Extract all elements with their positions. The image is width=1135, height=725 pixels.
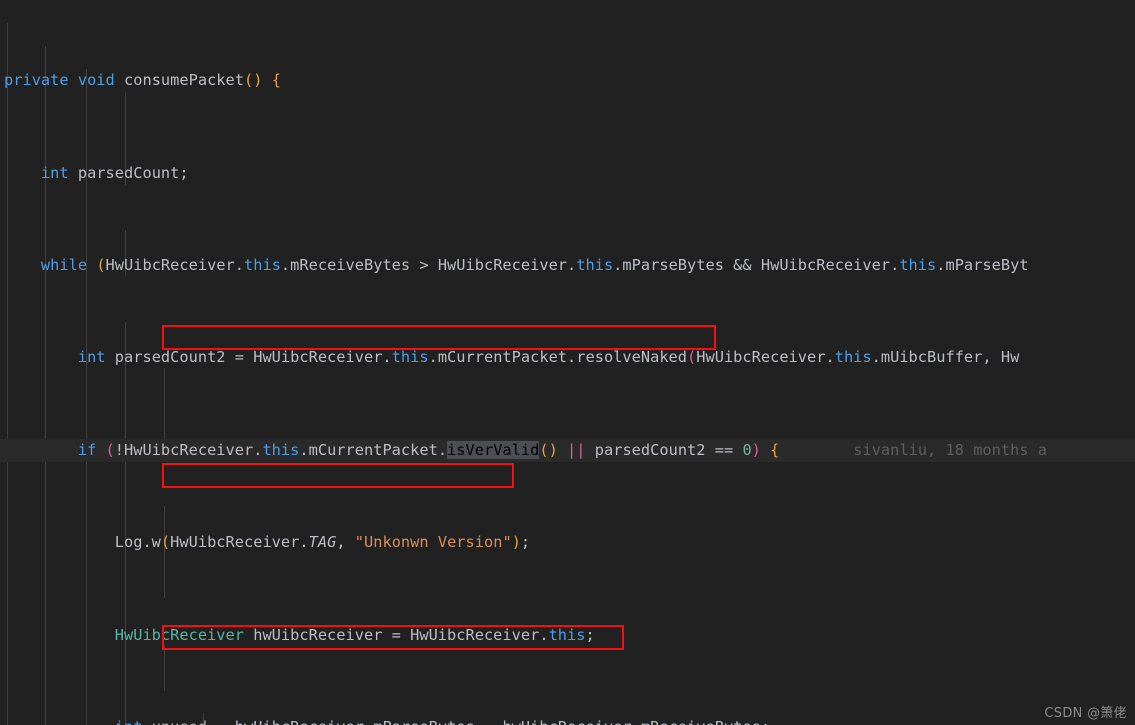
code-line[interactable]: int parsedCount2 = HwUibcReceiver.this.m… xyxy=(0,346,1135,369)
code-editor-view[interactable]: private void consumePacket() { int parse… xyxy=(0,0,1135,725)
inline-blame-annotation: sivanliu, 18 months a xyxy=(853,440,1048,459)
code-text-layer[interactable]: private void consumePacket() { int parse… xyxy=(0,0,1135,725)
code-line[interactable]: int unused = hwUibcReceiver.mParseBytes … xyxy=(0,716,1135,725)
code-line[interactable]: private void consumePacket() { xyxy=(0,69,1135,92)
code-line[interactable]: while (HwUibcReceiver.this.mReceiveBytes… xyxy=(0,254,1135,277)
code-line[interactable]: HwUibcReceiver hwUibcReceiver = HwUibcRe… xyxy=(0,624,1135,647)
code-line-current[interactable]: if (!HwUibcReceiver.this.mCurrentPacket.… xyxy=(0,438,1135,462)
code-line[interactable]: int parsedCount; xyxy=(0,162,1135,185)
code-line[interactable]: Log.w(HwUibcReceiver.TAG, "Unkonwn Versi… xyxy=(0,531,1135,554)
csdn-watermark: CSDN @箫佬 xyxy=(1044,706,1127,721)
